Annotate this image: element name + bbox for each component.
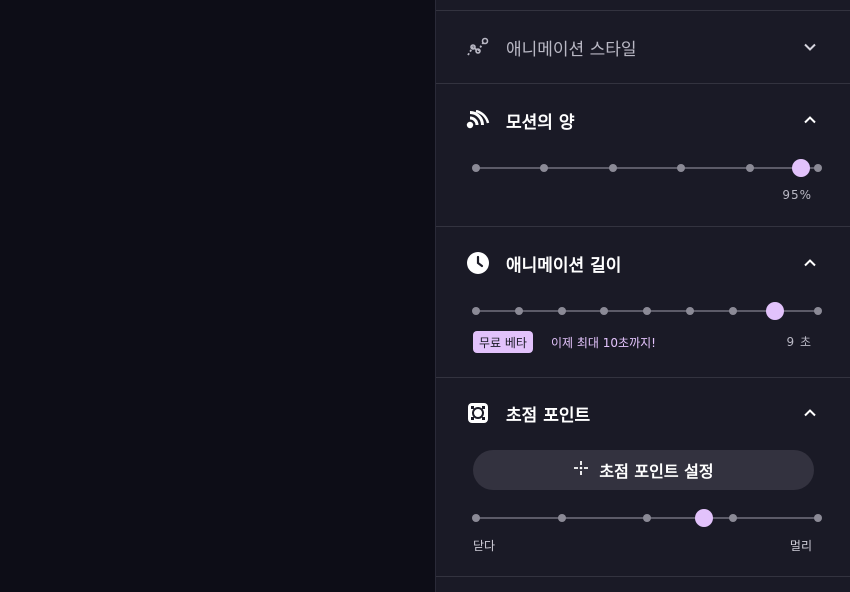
divider	[436, 10, 850, 11]
slider-track	[476, 167, 818, 169]
settings-panel: 애니메이션 스타일 모션의 양 95% 애니메이션 길이 무료 베타 이제 최대…	[435, 0, 850, 592]
set-focus-point-button[interactable]: 초점 포인트 설정	[473, 450, 814, 490]
motion-amount-value: 95%	[782, 188, 812, 202]
canvas-area	[0, 0, 435, 592]
slider-step-dot	[728, 307, 737, 315]
slider-step-dot	[608, 164, 617, 172]
focus-frame-icon	[466, 401, 490, 425]
line-chart-icon	[466, 35, 490, 59]
slider-step-dot	[557, 514, 566, 522]
divider	[436, 226, 850, 227]
slider-step-dot	[600, 307, 609, 315]
slider-step-dot	[540, 164, 549, 172]
motion-amount-title: 모션의 양	[506, 112, 575, 133]
chevron-up-icon[interactable]	[802, 405, 818, 421]
slider-step-dot	[472, 307, 480, 315]
clock-icon	[466, 251, 490, 275]
slider-thumb[interactable]	[766, 302, 785, 320]
motion-amount-slider[interactable]	[472, 158, 822, 178]
focus-point-title: 초점 포인트	[506, 405, 591, 426]
slider-thumb[interactable]	[695, 509, 714, 527]
divider	[436, 576, 850, 577]
focus-point-header[interactable]: 초점 포인트	[436, 393, 850, 433]
slider-step-dot	[677, 164, 686, 172]
focus-max-label: 멀리	[789, 539, 812, 553]
slider-step-dot	[643, 307, 651, 315]
slider-thumb[interactable]	[791, 159, 810, 177]
slider-step-dot	[514, 307, 523, 315]
slider-step-dot	[685, 307, 694, 315]
beta-badge: 무료 베타	[473, 331, 533, 353]
signal-icon	[466, 108, 490, 132]
divider	[436, 377, 850, 378]
chevron-up-icon[interactable]	[802, 112, 818, 128]
divider	[436, 83, 850, 84]
slider-step-dot	[814, 307, 822, 315]
slider-step-dot	[814, 164, 822, 172]
slider-step-dot	[472, 514, 480, 522]
promo-text: 이제 최대 10초까지!	[551, 336, 656, 350]
slider-step-dot	[557, 307, 566, 315]
slider-step-dot	[643, 514, 651, 522]
focus-distance-slider[interactable]	[472, 508, 822, 528]
animation-length-value: 9 초	[786, 335, 812, 349]
animation-length-header[interactable]: 애니메이션 길이	[436, 243, 850, 283]
animation-style-title: 애니메이션 스타일	[506, 39, 637, 60]
slider-step-dot	[745, 164, 754, 172]
focus-min-label: 닫다	[473, 539, 496, 553]
set-focus-point-label: 초점 포인트 설정	[599, 462, 714, 481]
animation-length-slider[interactable]	[472, 301, 822, 321]
slider-step-dot	[814, 514, 822, 522]
chevron-down-icon[interactable]	[802, 39, 818, 55]
slider-step-dot	[472, 164, 480, 172]
animation-style-header[interactable]: 애니메이션 스타일	[436, 27, 850, 67]
animation-length-title: 애니메이션 길이	[506, 255, 622, 276]
slider-step-dot	[728, 514, 737, 522]
chevron-up-icon[interactable]	[802, 255, 818, 271]
crosshair-icon	[573, 460, 589, 480]
motion-amount-header[interactable]: 모션의 양	[436, 100, 850, 140]
